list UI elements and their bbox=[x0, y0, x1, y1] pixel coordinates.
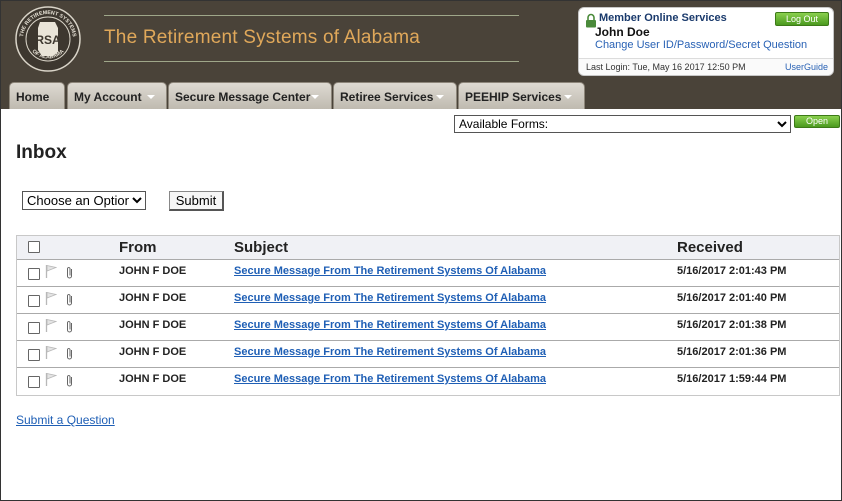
table-row[interactable]: JOHN F DOE Secure Message From The Retir… bbox=[17, 341, 839, 368]
message-subject-link[interactable]: Secure Message From The Retirement Syste… bbox=[234, 319, 546, 331]
column-received: Received bbox=[677, 239, 743, 256]
table-row[interactable]: JOHN F DOE Secure Message From The Retir… bbox=[17, 368, 839, 395]
message-received: 5/16/2017 2:01:43 PM bbox=[677, 265, 787, 277]
last-login-bar: Last Login: Tue, May 16 2017 12:50 PM Us… bbox=[579, 58, 833, 75]
table-row[interactable]: JOHN F DOE Secure Message From The Retir… bbox=[17, 287, 839, 314]
flag-icon[interactable] bbox=[45, 291, 57, 305]
title-rule-top bbox=[104, 15, 519, 16]
column-subject: Subject bbox=[234, 239, 289, 256]
message-subject-link[interactable]: Secure Message From The Retirement Syste… bbox=[234, 373, 546, 385]
open-form-button[interactable]: Open bbox=[794, 115, 840, 128]
tab-peehip-services[interactable]: PEEHIP Services bbox=[458, 82, 585, 109]
available-forms-select[interactable]: Available Forms: bbox=[454, 115, 791, 133]
tab-retiree-services[interactable]: Retiree Services bbox=[333, 82, 457, 109]
rsa-logo: RSA THE RETIREMENT SYSTEMS OF ALABAMA bbox=[15, 6, 81, 72]
tab-secure-message-center[interactable]: Secure Message Center bbox=[168, 82, 332, 109]
paperclip-icon bbox=[67, 348, 72, 360]
message-received: 5/16/2017 1:59:44 PM bbox=[677, 373, 787, 385]
message-received: 5/16/2017 2:01:40 PM bbox=[677, 292, 787, 304]
member-services-panel: Member Online Services Log Out John Doe … bbox=[578, 7, 834, 76]
submit-question-link[interactable]: Submit a Question bbox=[16, 413, 115, 427]
message-subject-link[interactable]: Secure Message From The Retirement Syste… bbox=[234, 292, 546, 304]
user-guide-link[interactable]: UserGuide bbox=[785, 62, 828, 72]
logo-letters: RSA bbox=[35, 33, 61, 47]
row-checkbox[interactable] bbox=[28, 295, 40, 307]
tab-home[interactable]: Home bbox=[9, 82, 65, 109]
message-subject-link[interactable]: Secure Message From The Retirement Syste… bbox=[234, 346, 546, 358]
message-rows: JOHN F DOE Secure Message From The Retir… bbox=[17, 260, 839, 395]
site-title: The Retirement Systems of Alabama bbox=[104, 27, 421, 48]
row-checkbox[interactable] bbox=[28, 322, 40, 334]
submit-button[interactable]: Submit bbox=[169, 191, 224, 211]
flag-icon[interactable] bbox=[45, 345, 57, 359]
user-name: John Doe bbox=[595, 25, 650, 39]
chevron-down-icon bbox=[311, 95, 319, 99]
tab-my-account-label: My Account bbox=[74, 90, 142, 104]
message-from: JOHN F DOE bbox=[119, 265, 187, 277]
row-checkbox[interactable] bbox=[28, 349, 40, 361]
message-from: JOHN F DOE bbox=[119, 319, 187, 331]
message-from: JOHN F DOE bbox=[119, 346, 187, 358]
row-checkbox[interactable] bbox=[28, 376, 40, 388]
chevron-down-icon bbox=[147, 95, 155, 99]
bulk-action-select[interactable]: Choose an Option bbox=[22, 191, 146, 210]
paperclip-icon bbox=[67, 267, 72, 279]
row-checkbox[interactable] bbox=[28, 268, 40, 280]
table-header: From Subject Received bbox=[17, 236, 839, 260]
site-header: RSA THE RETIREMENT SYSTEMS OF ALABAMA Th… bbox=[1, 1, 841, 109]
tab-secure-message-center-label: Secure Message Center bbox=[175, 90, 311, 104]
paperclip-icon bbox=[67, 321, 72, 333]
message-from: JOHN F DOE bbox=[119, 292, 187, 304]
column-from: From bbox=[119, 239, 157, 256]
paperclip-icon bbox=[67, 294, 72, 306]
title-rule-bottom bbox=[104, 61, 519, 62]
change-credentials-link[interactable]: Change User ID/Password/Secret Question bbox=[595, 39, 807, 51]
paperclip-icon bbox=[67, 375, 72, 387]
tab-retiree-services-label: Retiree Services bbox=[340, 90, 434, 104]
log-out-button[interactable]: Log Out bbox=[775, 12, 829, 26]
message-received: 5/16/2017 2:01:38 PM bbox=[677, 319, 787, 331]
page-title: Inbox bbox=[16, 142, 67, 163]
chevron-down-icon bbox=[564, 95, 572, 99]
table-row[interactable]: JOHN F DOE Secure Message From The Retir… bbox=[17, 260, 839, 287]
flag-icon[interactable] bbox=[45, 372, 57, 386]
main-nav: Home My Account Secure Message Center Re… bbox=[2, 82, 842, 109]
message-received: 5/16/2017 2:01:36 PM bbox=[677, 346, 787, 358]
chevron-down-icon bbox=[436, 95, 444, 99]
flag-icon[interactable] bbox=[45, 264, 57, 278]
message-table: From Subject Received JOHN F DOE Secure … bbox=[16, 235, 840, 396]
flag-icon[interactable] bbox=[45, 318, 57, 332]
message-subject-link[interactable]: Secure Message From The Retirement Syste… bbox=[234, 265, 546, 277]
table-row[interactable]: JOHN F DOE Secure Message From The Retir… bbox=[17, 314, 839, 341]
tab-home-label: Home bbox=[16, 90, 50, 104]
last-login-text: Last Login: Tue, May 16 2017 12:50 PM bbox=[586, 62, 746, 72]
member-services-heading: Member Online Services bbox=[599, 12, 727, 24]
message-from: JOHN F DOE bbox=[119, 373, 187, 385]
tab-my-account[interactable]: My Account bbox=[67, 82, 167, 109]
tab-peehip-services-label: PEEHIP Services bbox=[465, 90, 562, 104]
select-all-checkbox[interactable] bbox=[28, 241, 40, 253]
